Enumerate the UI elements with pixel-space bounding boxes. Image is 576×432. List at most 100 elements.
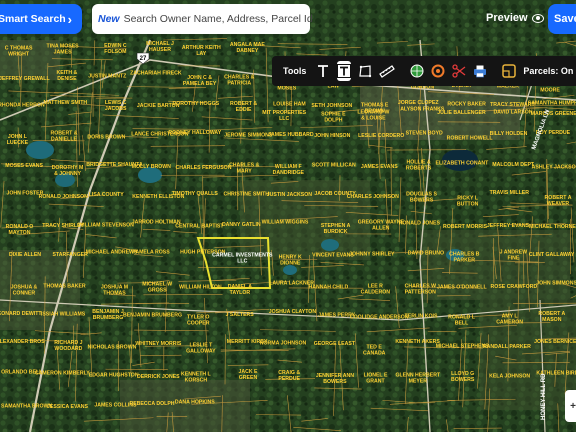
owner-label[interactable]: JOHN C & PAMELA BEY — [183, 75, 217, 87]
parcels-icon[interactable] — [502, 61, 517, 81]
owner-label[interactable]: LLOYD G BOWERS — [451, 371, 475, 383]
owner-label[interactable]: HANNAH CHILD — [309, 284, 349, 290]
owner-label[interactable]: JOSHUA & CONNER — [11, 285, 38, 297]
owner-label[interactable]: HOLLIE & ROBERTS — [406, 160, 432, 172]
owner-label[interactable]: MICHAEL J HAUSER — [146, 41, 174, 53]
owner-label[interactable]: CHARLES W PATTERSON — [405, 284, 437, 296]
owner-label[interactable]: JAMES EVANS — [361, 164, 398, 170]
owner-label[interactable]: WILLIAM STEVENSON — [78, 223, 134, 229]
owner-label[interactable]: RICHARD J WOODARD — [54, 340, 82, 352]
owner-label[interactable]: J SALTERS — [226, 312, 255, 318]
owner-label[interactable]: RHONDA HERRON — [0, 103, 45, 109]
owner-label[interactable]: DERRICK JONES — [137, 374, 180, 380]
owner-label[interactable]: SETH JOHNSON — [311, 103, 352, 109]
owner-label[interactable]: EDGAR HUGHSTON — [89, 372, 139, 378]
owner-label[interactable]: CHARLES JOHNSON — [347, 194, 399, 200]
owner-label[interactable]: ELIZABETH CONANT — [436, 161, 490, 167]
owner-label[interactable]: RONALD JOHNSON — [39, 194, 89, 200]
text-box-icon[interactable] — [337, 61, 352, 81]
owner-label[interactable]: JESSICA EVANS — [47, 404, 88, 410]
owner-label[interactable]: LISA COUNTY — [89, 192, 125, 198]
circle-icon[interactable] — [431, 61, 445, 81]
owner-label[interactable]: SCOTT MILLICAN — [312, 163, 356, 169]
preview-toggle[interactable]: Preview — [486, 12, 544, 24]
owner-label[interactable]: RODNEY HALLOWAY — [168, 130, 221, 136]
owner-label[interactable]: MALCOLM DEPT — [492, 162, 535, 168]
owner-label[interactable]: ROCKY BAKER — [447, 101, 486, 107]
owner-label[interactable]: DAVID BRUNO — [408, 250, 444, 256]
search-field[interactable]: New Search Owner Name, Address, Parcel I… — [92, 4, 313, 34]
owner-label[interactable]: ROBERT & DANIELLE — [50, 130, 77, 142]
owner-label[interactable]: DORIS BROWN — [87, 134, 125, 140]
owner-label[interactable]: JACK E GREEN — [238, 369, 258, 381]
owner-label[interactable]: JOSHUA CLAYTON — [269, 309, 317, 315]
owner-label[interactable]: ROBERT HOWELL — [447, 136, 494, 142]
owner-label[interactable]: RONALD JONES — [399, 221, 441, 227]
globe-icon[interactable] — [410, 61, 424, 81]
owner-label[interactable]: CLINT GALLAWAY — [529, 252, 575, 258]
owner-label[interactable]: DIXIE ALLEN — [9, 252, 41, 258]
owner-label[interactable]: RICKY L BUTTON — [457, 195, 479, 207]
owner-label[interactable]: JEROME SIMMONS — [224, 133, 273, 139]
smart-search-button[interactable]: Smart Search › — [0, 4, 82, 34]
owner-label[interactable]: JEFFREY EVANS — [487, 223, 530, 229]
owner-label[interactable]: ROBERT A WEAVER — [545, 195, 572, 207]
owner-label[interactable]: JAMES O'DONNELL — [437, 285, 487, 291]
ruler-icon[interactable] — [379, 61, 396, 81]
owner-label[interactable]: STEPHEN A BURDICK — [321, 223, 351, 235]
owner-label[interactable]: JUSTIN JACKSON — [267, 192, 313, 198]
owner-label[interactable]: LESLIE T GALLOWAY — [186, 342, 216, 354]
owner-label[interactable]: REBECCA DOLPH — [129, 401, 174, 407]
owner-label[interactable]: STEVEN BOYD — [406, 131, 443, 137]
owner-label[interactable]: ZACHARIAH FIRECK — [130, 70, 182, 76]
owner-label[interactable]: CRAIG & PERDUE — [278, 370, 300, 382]
owner-label[interactable]: RONALD O MAYTON — [6, 224, 34, 236]
owner-label[interactable]: TRAVIS MILLER — [490, 190, 530, 196]
owner-label[interactable]: BILLY HOLDEN — [490, 131, 528, 137]
owner-label[interactable]: MOLLY BROWN — [132, 164, 171, 170]
owner-label[interactable]: MICHAEL THORNE — [529, 224, 576, 230]
owner-label[interactable]: DANIEL A TAYLOR — [228, 284, 252, 296]
owner-label[interactable]: CHARLES & PATRICIA — [224, 74, 255, 86]
owner-label[interactable]: KEITH & DENISE — [57, 70, 78, 82]
owner-label[interactable]: JORGE CLOPEZ — [398, 100, 439, 106]
owner-label[interactable]: JUSTIN MANTZ — [88, 74, 127, 80]
owner-label[interactable]: WILLIAM WIGGINS — [262, 220, 309, 226]
owner-label[interactable]: WILLIAM F DANDRIDGE — [273, 164, 305, 176]
owner-label[interactable]: THOMAS BAKER — [43, 284, 86, 290]
owner-label[interactable]: JOHN L LUECKE — [7, 134, 29, 146]
scissors-icon[interactable] — [452, 61, 466, 81]
owner-label[interactable]: JOHNNY SHIRLEY — [349, 252, 395, 258]
owner-label[interactable]: WILLIAM HILTON — [179, 285, 222, 291]
owner-label[interactable]: MICHAEL STEPHENS — [436, 343, 489, 349]
owner-label[interactable]: KELA JOHNSON — [489, 374, 530, 380]
owner-label[interactable]: TERLIN KOIS — [405, 314, 438, 320]
owner-label[interactable]: CHRISTINE SMITH — [224, 192, 270, 198]
owner-label[interactable]: JONES BERNICE — [534, 339, 576, 345]
owner-label[interactable]: LEWIS C JACOBS — [105, 100, 127, 112]
owner-label[interactable]: GEORGE LEAST — [314, 341, 356, 347]
owner-label[interactable]: NICHOLAS BROWN — [88, 345, 137, 351]
owner-label[interactable]: WHITNEY MORRIS — [135, 341, 182, 347]
owner-label[interactable]: MOSES EVANS — [5, 163, 43, 169]
owner-label[interactable]: LOUISE HAM — [273, 102, 306, 108]
owner-label[interactable]: LESLIE CORDERO — [358, 133, 404, 139]
text-icon[interactable] — [316, 61, 330, 81]
owner-label[interactable]: DAVID LARSON — [493, 110, 532, 116]
owner-label[interactable]: PAMELA ROSS — [132, 250, 170, 256]
owner-label[interactable]: DANNY GATLIN — [222, 222, 261, 228]
owner-label[interactable]: JEFFREY GREWALL — [0, 76, 50, 82]
owner-label[interactable]: NORMA JOHNSON — [260, 341, 307, 347]
owner-label[interactable]: CHARLES FERGUSON — [176, 165, 232, 171]
owner-label[interactable]: BENJAMIN BRUMBERG — [123, 313, 182, 319]
save-button[interactable]: Save — [548, 4, 576, 34]
owner-label[interactable]: THOMAS E BROWN — [361, 103, 389, 115]
owner-label[interactable]: JULIE BALLENGER — [437, 110, 486, 116]
owner-label[interactable]: ALEXANDER BROS — [0, 339, 45, 345]
owner-label[interactable]: TIMOTHY QUALLS — [172, 191, 219, 197]
owner-label[interactable]: DOROTHY HOGGS — [172, 101, 219, 107]
owner-label[interactable]: SAMANTHA BROWN — [1, 404, 52, 410]
owner-label[interactable]: ISSIAH WILLIAMS — [41, 311, 86, 317]
owner-label[interactable]: STARFANGER — [53, 252, 89, 258]
owner-label[interactable]: LEONARD DEWITT — [0, 311, 42, 317]
